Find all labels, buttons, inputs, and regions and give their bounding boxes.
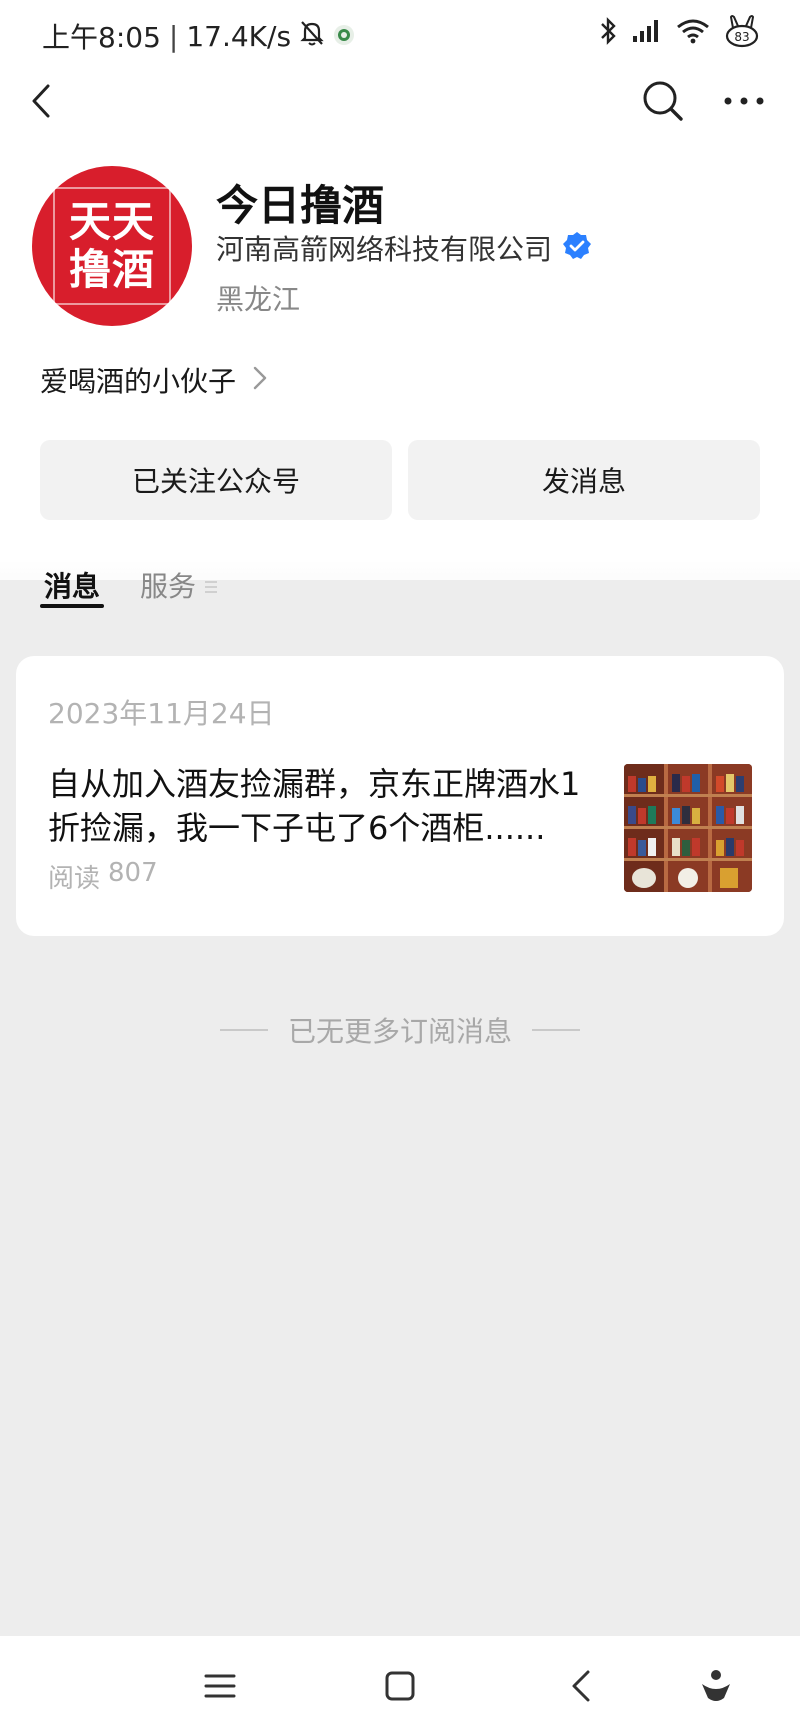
status-right: 83 xyxy=(598,14,760,52)
chevron-left-icon xyxy=(32,84,50,118)
system-nav-bar xyxy=(0,1636,800,1733)
read-label: 阅读 xyxy=(48,864,101,894)
back-button[interactable] xyxy=(22,78,62,124)
status-left: 上午8:05 | 17.4K/s xyxy=(42,16,355,56)
more-horizontal-icon xyxy=(724,97,764,105)
search-icon xyxy=(643,81,683,121)
end-of-list: 已无更多订阅消息 xyxy=(0,1010,800,1050)
followed-button[interactable]: 已关注公众号 xyxy=(40,440,392,520)
bluetooth-icon xyxy=(598,16,618,50)
status-separator: | xyxy=(168,19,179,53)
more-button[interactable] xyxy=(720,86,768,116)
end-of-list-text: 已无更多订阅消息 xyxy=(287,1015,512,1048)
search-button[interactable] xyxy=(640,78,686,124)
recent-apps-button[interactable] xyxy=(198,1664,242,1708)
signal-icon xyxy=(632,18,662,48)
read-count-row: 阅读 807 xyxy=(48,858,158,895)
read-count: 807 xyxy=(108,858,158,888)
chevron-left-icon xyxy=(572,1670,590,1702)
company-name: 河南高箭网络科技有限公司 xyxy=(216,233,553,266)
battery-level: 83 xyxy=(734,30,749,44)
mute-bell-icon xyxy=(299,19,325,54)
article-title[interactable]: 自从加入酒友捡漏群，京东正牌酒水1折捡漏，我一下子屯了6个酒柜...... xyxy=(48,762,608,850)
account-location: 黑龙江 xyxy=(216,283,301,316)
chevron-right-icon xyxy=(252,365,268,395)
account-avatar[interactable]: 天天 撸酒 xyxy=(32,166,192,326)
wifi-icon xyxy=(676,18,710,48)
avatar-text-line2: 撸酒 xyxy=(68,245,155,294)
intro-text: 爱喝酒的小伙子 xyxy=(40,365,237,398)
menu-icon xyxy=(204,1674,236,1698)
avatar-text-line1: 天天 xyxy=(68,197,155,246)
avatar-logo: 天天 撸酒 xyxy=(53,187,171,305)
tab-services[interactable]: 服务 xyxy=(140,565,218,605)
send-message-button[interactable]: 发消息 xyxy=(408,440,760,520)
account-name: 今日撸酒 xyxy=(216,181,385,230)
status-time: 上午8:05 xyxy=(42,21,161,54)
tab-active-indicator xyxy=(40,604,104,608)
divider-right xyxy=(532,1029,580,1031)
menu-lines-icon xyxy=(204,569,218,602)
article-thumbnail[interactable] xyxy=(624,764,752,892)
company-row[interactable]: 河南高箭网络科技有限公司 xyxy=(216,228,592,268)
assistant-button[interactable] xyxy=(694,1664,738,1708)
status-bar: 上午8:05 | 17.4K/s 83 xyxy=(0,0,800,70)
tab-messages[interactable]: 消息 xyxy=(44,565,100,605)
system-back-button[interactable] xyxy=(560,1664,604,1708)
divider-left xyxy=(219,1029,268,1031)
square-icon xyxy=(385,1671,415,1701)
tab-services-label: 服务 xyxy=(140,570,197,603)
home-button[interactable] xyxy=(378,1664,422,1708)
account-intro-link[interactable]: 爱喝酒的小伙子 xyxy=(40,360,268,400)
message-card[interactable]: 2023年11月24日 自从加入酒友捡漏群，京东正牌酒水1折捡漏，我一下子屯了6… xyxy=(16,656,784,936)
assistant-icon xyxy=(702,1670,730,1701)
app-notification-icon xyxy=(333,20,355,53)
message-date: 2023年11月24日 xyxy=(48,697,275,730)
verified-badge-icon xyxy=(562,231,592,265)
status-network-speed: 17.4K/s xyxy=(186,19,292,53)
battery-icon: 83 xyxy=(724,14,760,52)
